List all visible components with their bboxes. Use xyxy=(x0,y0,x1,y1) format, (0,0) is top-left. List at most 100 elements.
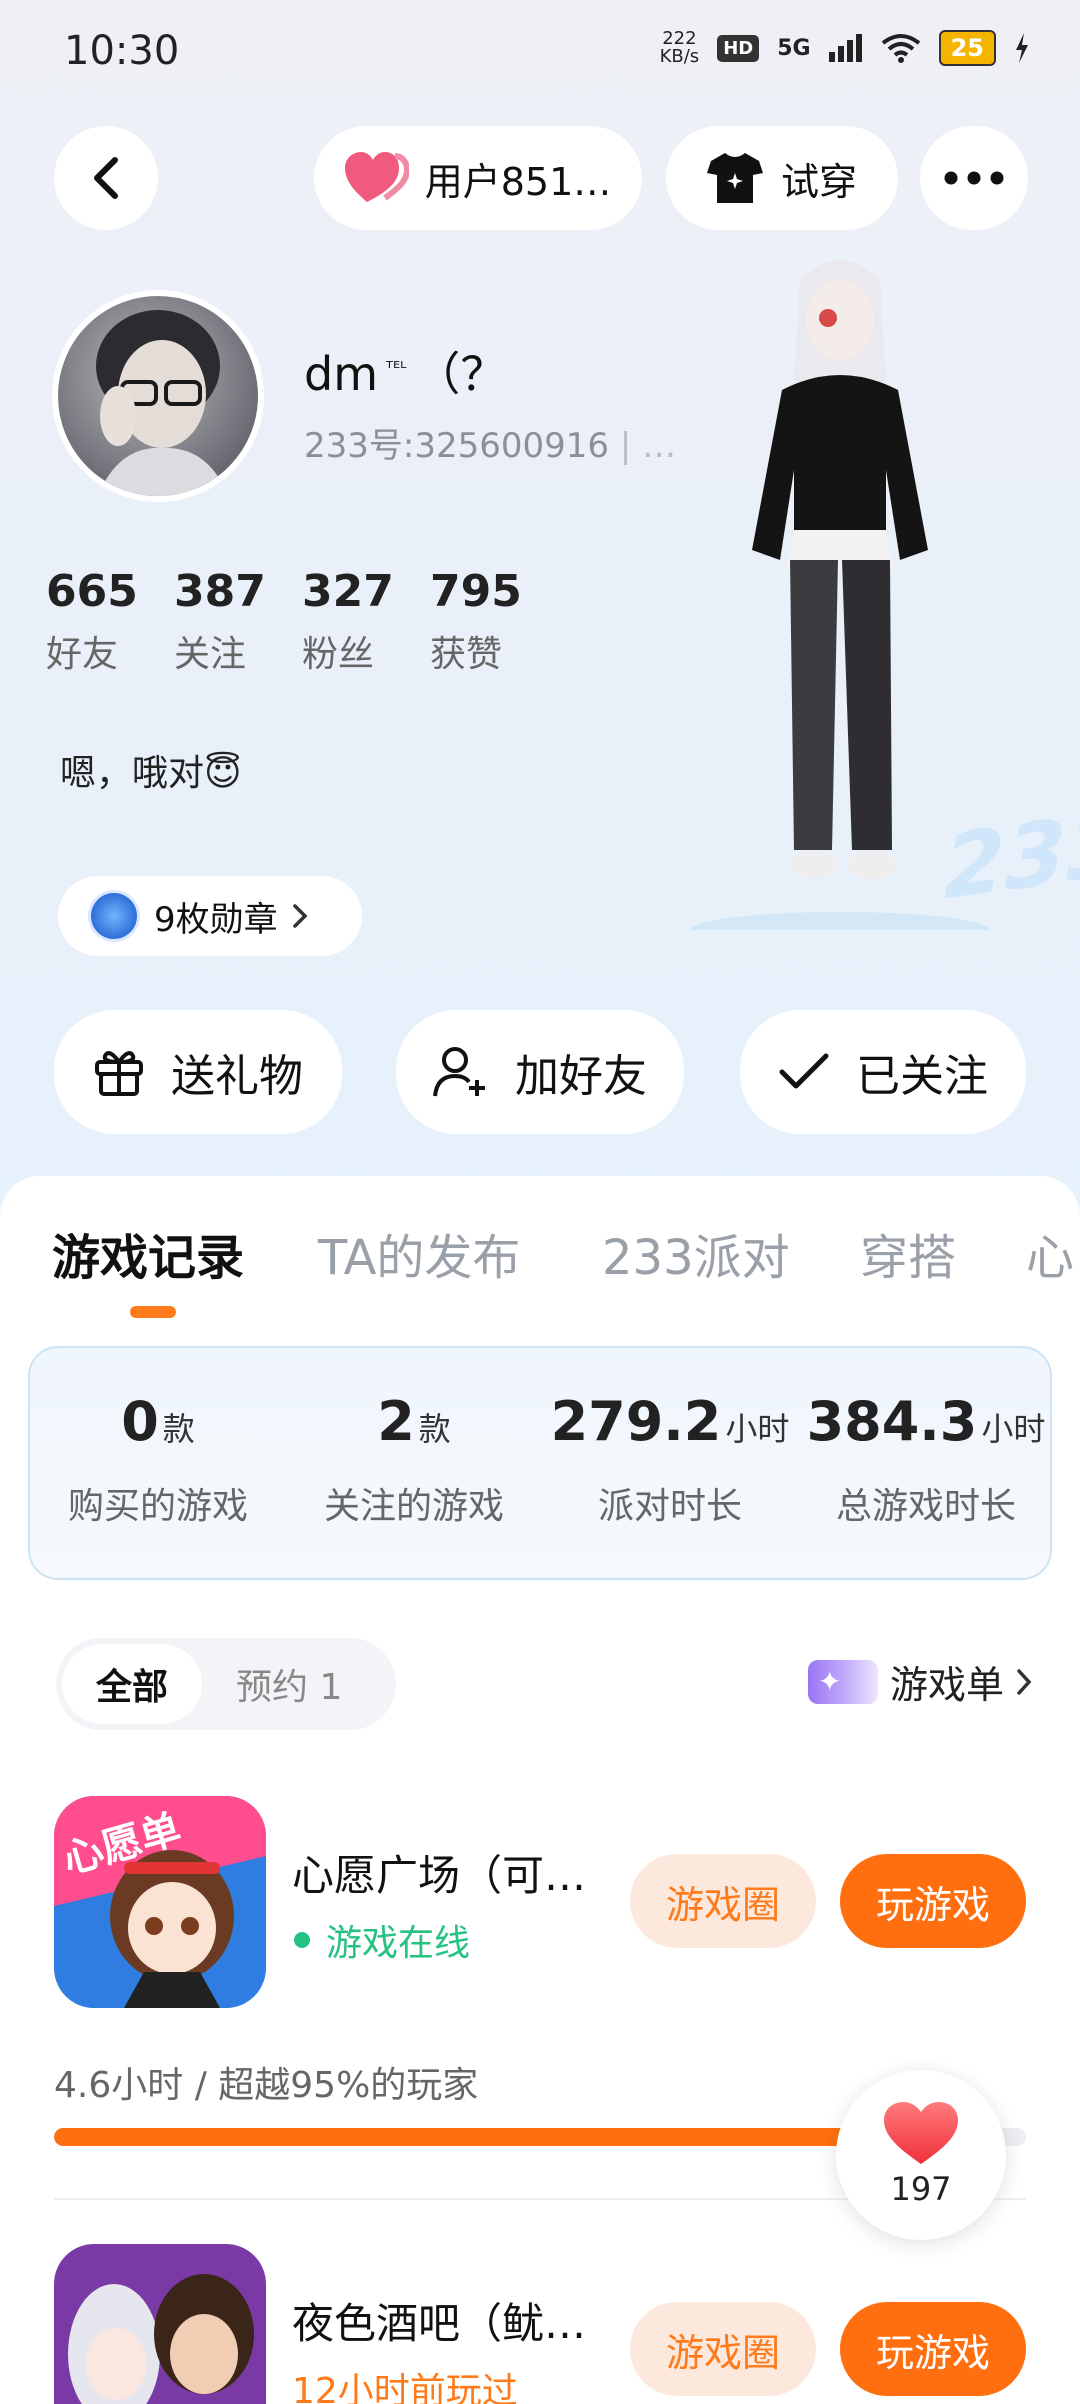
summary-party-time-value: 279.2 xyxy=(550,1390,722,1453)
followed-button[interactable]: 已关注 xyxy=(740,1010,1026,1134)
status-time: 10:30 xyxy=(64,28,180,74)
send-gift-button[interactable]: 送礼物 xyxy=(54,1010,342,1134)
charging-icon xyxy=(1016,33,1028,63)
stat-fans-label: 粉丝 xyxy=(302,634,375,675)
battery-icon: 25 xyxy=(938,30,996,66)
tab-indicator xyxy=(130,1306,176,1318)
try-on-button[interactable]: 试穿 xyxy=(666,126,898,230)
tab-233-party[interactable]: 233派对 xyxy=(602,1218,790,1288)
user-id-more: | … xyxy=(619,426,677,466)
stat-following-label: 关注 xyxy=(174,634,247,675)
stat-friends[interactable]: 665 好友 xyxy=(46,566,156,677)
medals-button[interactable]: 9枚勋章 xyxy=(58,876,362,956)
game-playtime: 4.6小时 / 超越95%的玩家 xyxy=(54,2065,479,2106)
summary-total-time-label: 总游戏时长 xyxy=(835,1486,1016,1527)
stat-fans[interactable]: 327 粉丝 xyxy=(302,566,412,677)
summary-total-time[interactable]: 384.3 小时 总游戏时长 xyxy=(798,1390,1054,1529)
stat-likes-value: 795 xyxy=(430,566,522,617)
summary-party-time-label: 派对时长 xyxy=(597,1486,742,1527)
badge-233: 233 xyxy=(944,790,1080,920)
game-list-label: 游戏单 xyxy=(889,1663,1004,1707)
stat-likes[interactable]: 795 获赞 xyxy=(430,566,540,677)
play-game-button[interactable]: 玩游戏 xyxy=(840,2302,1026,2396)
chevron-right-icon xyxy=(1017,1668,1032,1695)
game-status: 游戏在线 xyxy=(294,1914,470,1966)
avatar[interactable] xyxy=(52,290,264,502)
back-button[interactable] xyxy=(54,126,158,230)
game-status-text: 游戏在线 xyxy=(326,1923,471,1964)
tab-ta-posts[interactable]: TA的发布 xyxy=(318,1218,520,1288)
summary-followed-label: 关注的游戏 xyxy=(323,1486,504,1527)
summary-total-time-unit: 小时 xyxy=(981,1410,1046,1448)
medals-label: 9枚勋章 xyxy=(154,899,278,940)
net-speed: 222 KB/s xyxy=(660,30,700,66)
game-icon-wish-plaza[interactable]: 心愿单 xyxy=(54,1796,266,2008)
check-icon xyxy=(779,1053,829,1089)
stat-following[interactable]: 387 关注 xyxy=(174,566,284,677)
user-id-text: 233号:325600916 xyxy=(304,426,610,466)
medal-icon xyxy=(88,890,140,942)
status-icons: 222 KB/s HD 5G 25 xyxy=(660,30,1030,66)
summary-party-time[interactable]: 279.2 小时 派对时长 xyxy=(542,1390,798,1529)
online-dot-icon xyxy=(294,1932,310,1948)
game-list-link[interactable]: ✦ 游戏单 xyxy=(807,1654,1032,1709)
summary-purchased-unit: 款 xyxy=(162,1410,195,1448)
summary-followed[interactable]: 2款 关注的游戏 xyxy=(286,1390,542,1529)
stat-friends-label: 好友 xyxy=(46,634,119,675)
back-arrow-icon xyxy=(94,157,118,199)
filter-toggle: 全部 预约 1 xyxy=(56,1638,396,1730)
network-label: 5G xyxy=(777,35,811,61)
like-count: 197 xyxy=(890,2170,952,2208)
hd-icon: HD xyxy=(717,34,760,62)
signal-icon xyxy=(828,34,862,62)
stat-following-value: 387 xyxy=(174,566,266,617)
game-icon-night-bar[interactable] xyxy=(54,2244,266,2404)
username-sup: ᵀᴱᴸ xyxy=(386,357,407,379)
username-suffix: （？ xyxy=(414,347,507,401)
add-friend-button[interactable]: 加好友 xyxy=(396,1010,684,1134)
add-user-icon xyxy=(433,1047,485,1097)
stat-likes-label: 获赞 xyxy=(430,634,503,675)
summary-purchased-value: 0 xyxy=(121,1390,159,1453)
summary-total-time-value: 384.3 xyxy=(806,1390,978,1453)
game-title[interactable]: 心愿广场（可… xyxy=(292,1842,586,1903)
add-friend-label: 加好友 xyxy=(515,1051,647,1102)
game-title[interactable]: 夜色酒吧（鱿… xyxy=(292,2290,586,2351)
user-pill-label: 用户851… xyxy=(424,159,612,204)
game-status: 12小时前玩过 xyxy=(292,2362,518,2404)
game-circle-button[interactable]: 游戏圈 xyxy=(630,1854,816,1948)
more-dots-icon xyxy=(944,171,1004,185)
wifi-icon xyxy=(881,34,920,63)
try-on-label: 试穿 xyxy=(780,159,857,204)
send-gift-label: 送礼物 xyxy=(171,1051,303,1102)
user-pill[interactable]: 用户851… xyxy=(314,126,642,230)
more-button[interactable] xyxy=(920,126,1028,230)
filter-all[interactable]: 全部 xyxy=(62,1644,203,1724)
gift-icon xyxy=(95,1051,143,1096)
user-id[interactable]: 233号:325600916 | … xyxy=(304,418,676,467)
tab-game-records[interactable]: 游戏记录 xyxy=(52,1218,244,1288)
play-game-button[interactable]: 玩游戏 xyxy=(840,1854,1026,1948)
followed-label: 已关注 xyxy=(856,1051,988,1102)
summary-followed-unit: 款 xyxy=(418,1410,451,1448)
avatar-portrait xyxy=(96,310,228,496)
username-text: dm xyxy=(304,347,379,401)
sparkle-icon: ✦ xyxy=(807,1659,878,1704)
chevron-right-icon xyxy=(292,904,308,928)
bio-text: 嗯，哦对😇 xyxy=(60,753,242,794)
tab-wishlist[interactable]: 心 xyxy=(1026,1218,1074,1288)
tab-outfits[interactable]: 穿搭 xyxy=(860,1218,956,1288)
summary-party-time-unit: 小时 xyxy=(725,1410,790,1448)
stat-fans-value: 327 xyxy=(302,566,394,617)
tshirt-icon xyxy=(706,153,763,203)
summary-followed-value: 2 xyxy=(377,1390,415,1453)
summary-purchased-label: 购买的游戏 xyxy=(67,1486,248,1527)
game-summary-box: 0款 购买的游戏 2款 关注的游戏 279.2 小时 派对时长 384.3 小时 总… xyxy=(28,1346,1052,1580)
filter-reserved[interactable]: 预约 1 xyxy=(202,1644,376,1724)
game-circle-button[interactable]: 游戏圈 xyxy=(630,2302,816,2396)
game-status-text: 12小时前玩过 xyxy=(292,2371,518,2404)
heart-icon xyxy=(884,2102,958,2164)
like-button[interactable]: 197 xyxy=(836,2070,1006,2240)
stat-friends-value: 665 xyxy=(46,566,138,617)
summary-purchased[interactable]: 0款 购买的游戏 xyxy=(30,1390,286,1529)
